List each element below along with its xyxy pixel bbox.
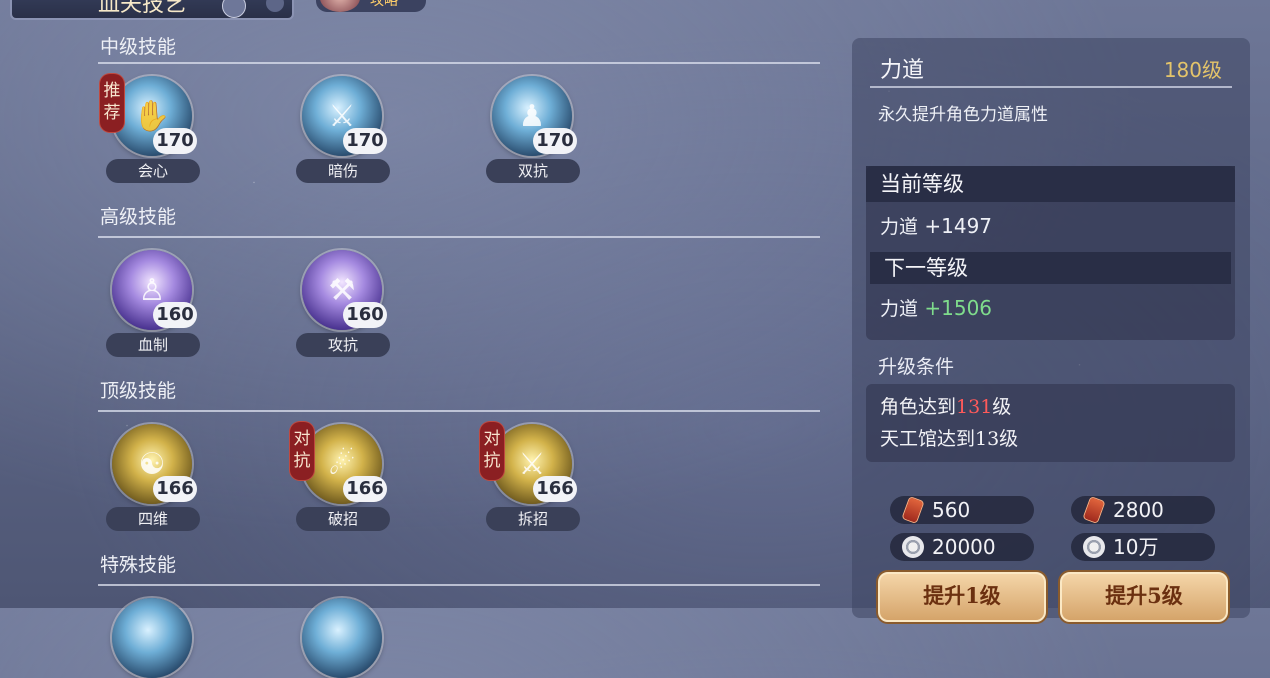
recommend-tag: 推荐: [100, 74, 124, 132]
cost-coin-x5: 10万: [1071, 533, 1215, 561]
section-divider: [98, 236, 820, 238]
skill-level-badge: 166: [533, 476, 577, 502]
skill-icon-special-1[interactable]: [112, 598, 192, 678]
skill-name: 攻抗: [296, 333, 390, 357]
next-level-header: 下一等级: [870, 252, 1231, 284]
stat-key: 力道: [880, 216, 919, 238]
skill-level-badge: 170: [533, 128, 577, 154]
skill-anshang[interactable]: ⚔ 170 暗伤: [296, 76, 392, 186]
scroll-icon: [1081, 496, 1107, 524]
skill-level-badge: 160: [343, 302, 387, 328]
skill-name: 四维: [106, 507, 200, 531]
current-level-header: 当前等级: [866, 166, 1235, 202]
next-level-stat: 力道 +1506: [880, 294, 992, 321]
skill-pozhao[interactable]: ☄ 对抗 166 破招: [290, 422, 392, 534]
guide-label: 攻略: [370, 0, 398, 9]
stat-key: 力道: [880, 298, 919, 320]
skill-name: 暗伤: [296, 159, 390, 183]
requirement-role-level: 角色达到131级: [880, 392, 1011, 419]
coin-icon: [1081, 533, 1107, 561]
skill-level-badge: 166: [343, 476, 387, 502]
skill-level-badge: 166: [153, 476, 197, 502]
guide-button[interactable]: 攻略: [316, 0, 426, 12]
section-title-top: 顶级技能: [100, 380, 177, 402]
skill-name: 会心: [106, 159, 200, 183]
skill-icon-special-2[interactable]: [302, 598, 382, 678]
requirement-level-value: 131: [956, 396, 993, 418]
close-icon[interactable]: [266, 0, 284, 12]
requirement-text: 角色达到: [880, 396, 957, 418]
section-divider: [98, 62, 820, 64]
detail-skill-level: 180级: [1163, 58, 1222, 82]
cost-scroll-x5: 2800: [1071, 496, 1215, 524]
stat-value: +1497: [924, 214, 993, 238]
detail-description: 永久提升角色力道属性: [878, 105, 1048, 125]
cost-scroll-x1: 560: [890, 496, 1034, 524]
skill-level-badge: 170: [343, 128, 387, 154]
requirement-workshop-level: 天工馆达到13级: [880, 428, 1019, 450]
section-title-advanced: 高级技能: [100, 206, 177, 228]
section-title-intermediate: 中级技能: [100, 36, 177, 58]
skill-name: 双抗: [486, 159, 580, 183]
section-title-special: 特殊技能: [100, 554, 177, 576]
requirement-text: 级: [992, 396, 1012, 418]
page-title: 血夫技艺: [98, 0, 187, 17]
coin-icon: [900, 533, 926, 561]
stat-value-next: +1506: [924, 296, 993, 320]
skill-level-badge: 160: [153, 302, 197, 328]
upgrade-5-level-button[interactable]: 提升5级: [1060, 572, 1228, 622]
section-divider: [98, 584, 820, 586]
detail-divider: [870, 86, 1232, 88]
cost-value: 10万: [1113, 535, 1159, 559]
upgrade-requirements-title: 升级条件: [878, 356, 955, 378]
pvp-tag: 对抗: [290, 422, 314, 480]
skill-name: 拆招: [486, 507, 580, 531]
skill-xuezhi[interactable]: ♙ 160 血制: [106, 250, 202, 360]
skill-name: 破招: [296, 507, 390, 531]
skill-gongkang[interactable]: ⚒ 160 攻抗: [296, 250, 392, 360]
cost-value: 560: [932, 498, 971, 522]
current-level-stat: 力道 +1497: [880, 212, 992, 239]
pvp-tag: 对抗: [480, 422, 504, 480]
help-icon[interactable]: [222, 0, 246, 18]
skill-chaizhao[interactable]: ⚔ 对抗 166 拆招: [480, 422, 582, 534]
section-divider: [98, 410, 820, 412]
cost-value: 20000: [932, 535, 996, 559]
skill-name: 血制: [106, 333, 200, 357]
upgrade-1-level-button[interactable]: 提升1级: [878, 572, 1046, 622]
character-avatar: [320, 0, 360, 12]
skill-siwei[interactable]: ☯ 166 四维: [106, 424, 202, 534]
cost-value: 2800: [1113, 498, 1164, 522]
cost-coin-x1: 20000: [890, 533, 1034, 561]
skill-huixin[interactable]: ✋ 推荐 170 会心: [100, 74, 202, 186]
scroll-icon: [900, 496, 926, 524]
page-title-bar: 血夫技艺: [10, 0, 294, 20]
detail-skill-name: 力道: [880, 58, 925, 83]
skill-shuangkang[interactable]: ♟ 170 双抗: [486, 76, 582, 186]
skill-level-badge: 170: [153, 128, 197, 154]
